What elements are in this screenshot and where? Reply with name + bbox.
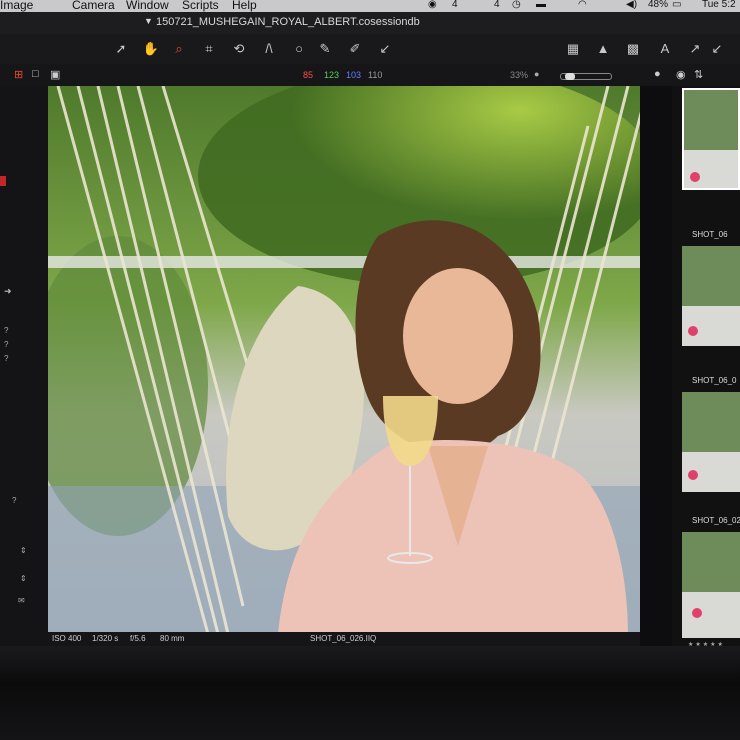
thumbnail-label: SHOT_06_028 [692,516,740,525]
eye-icon[interactable]: ◉ [676,68,686,81]
rgb-luma-value: 110 [368,70,383,80]
display-icon[interactable]: ▬ [536,0,546,11]
zoom-slider[interactable] [560,73,612,80]
image-viewer[interactable] [48,86,640,634]
loupe-icon[interactable]: ⌕ [170,40,188,58]
focal-length-value: 80 mm [160,634,185,643]
menubar-clock[interactable]: Tue 5:2 [702,0,736,11]
viewer-subbar: ⊞ □ ▣ 85 123 103 110 33% ● ● ◉ ⇅ [0,64,740,86]
creative-cloud-icon[interactable]: ◉ [428,0,437,11]
focus-mask-icon[interactable]: ▩ [624,40,642,58]
person-large-icon: ● [654,68,661,80]
tool-tab-indicator [0,176,6,186]
compare-view-icon[interactable]: ▣ [50,68,60,81]
rgb-blue-value: 103 [346,70,362,80]
thumbnail[interactable] [682,246,740,346]
notification-count: 4 [452,0,458,10]
text-icon[interactable]: A [656,40,674,58]
picker-icon[interactable]: ✐ [346,40,364,58]
battery-icon[interactable]: ▭ [672,0,681,11]
stepper-icon[interactable]: ⇕ [20,574,27,583]
rgb-green-value: 123 [324,70,340,80]
sort-icon[interactable]: ⇅ [694,68,703,81]
grid-icon[interactable]: ▦ [564,40,582,58]
crop-icon[interactable]: ⌗ [200,40,218,58]
volume-icon[interactable]: ◀) [626,0,637,11]
pan-icon[interactable]: ✋ [142,40,160,58]
iso-value: ISO 400 [52,634,82,643]
clock-icon[interactable]: ◷ [512,0,521,11]
zoom-slider-knob[interactable] [565,73,575,80]
thumbnail[interactable] [682,392,740,492]
thumbnail[interactable] [682,532,740,638]
window-titlebar: ▼ 150721_MUSHEGAIN_ROYAL_ALBERT.cosessio… [0,12,740,34]
document-icon: ▼ [144,16,153,26]
thumbnail[interactable] [682,88,740,190]
spot-icon[interactable]: ○ [290,40,308,58]
left-tool-panel: ➜ ? ? ? ? ⇕ ⇕ ✉ [0,86,48,646]
wifi-icon[interactable]: ◠ [578,0,587,11]
brush-icon[interactable]: ✎ [316,40,334,58]
monitor-bezel [0,646,740,740]
viewer-info-bar: ISO 400 1/320 s f/5.6 80 mm SHOT_06_026.… [48,632,640,646]
help-icon[interactable]: ? [12,496,16,505]
main-toolbar: ➚ ✋ ⌕ ⌗ ⟲ /\ ○ ✎ ✐ ↙ ▦ ▲ ▩ A ↗ ↙ [0,34,740,64]
document-title: 150721_MUSHEGAIN_ROYAL_ALBERT.cosessiond… [156,16,420,28]
menu-scripts[interactable]: Scripts [182,0,219,11]
envelope-icon[interactable]: ✉ [18,596,25,605]
photo-preview [48,86,640,634]
panel-arrow-icon[interactable]: ➜ [4,286,12,297]
aperture-value: f/5.6 [130,634,146,643]
thumbnail-label: SHOT_06 [692,230,728,239]
help-icon[interactable]: ? [4,354,8,363]
rgb-red-value: 85 [303,70,314,80]
filmstrip-panel: SHOT_06 SHOT_06_0 SHOT_06_028 ★★★★★ [672,86,740,648]
zoom-level: 33% [510,70,529,80]
thumbnail-label: SHOT_06_0 [692,376,737,385]
single-view-icon[interactable]: □ [32,68,39,80]
multi-view-icon[interactable]: ⊞ [14,68,23,81]
select-icon[interactable]: ➚ [112,40,130,58]
menu-camera[interactable]: Camera [72,0,115,11]
menu-bar: Image Camera Window Scripts Help ◉ 4 4 ◷… [0,0,740,12]
battery-percent: 48% [648,0,669,10]
warning-icon[interactable]: ▲ [594,40,612,58]
arrow-down-icon[interactable]: ↙ [708,40,726,58]
keystone-icon[interactable]: /\ [260,40,278,58]
menu-help[interactable]: Help [232,0,257,11]
menu-image[interactable]: Image [0,0,33,11]
help-icon[interactable]: ? [4,340,8,349]
rotate-icon[interactable]: ⟲ [230,40,248,58]
file-name: SHOT_06_026.IIQ [310,634,377,643]
shutter-value: 1/320 s [92,634,119,643]
user-count: 4 [494,0,500,10]
annotate-icon[interactable]: ↙ [376,40,394,58]
arrow-up-icon[interactable]: ↗ [686,40,704,58]
stepper-icon[interactable]: ⇕ [20,546,27,555]
help-icon[interactable]: ? [4,326,8,335]
menu-window[interactable]: Window [126,0,169,11]
person-small-icon: ● [534,69,540,79]
